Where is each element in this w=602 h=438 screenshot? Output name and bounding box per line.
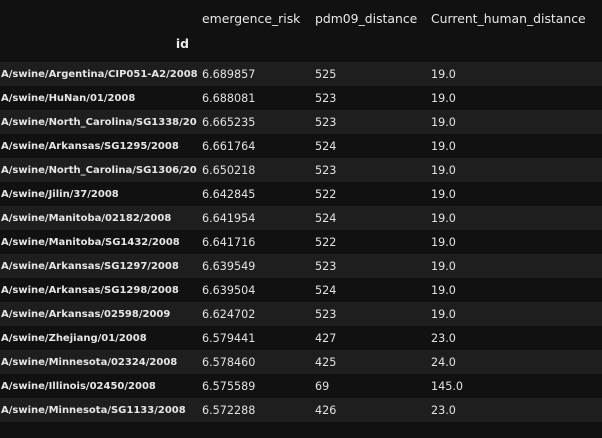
column-header-pdm09-distance: pdm09_distance bbox=[310, 0, 426, 36]
table-row: A/swine/Zhejiang/01/2008 6.579441 427 23.0 bbox=[0, 326, 602, 350]
emergence-risk-cell: 6.642845 bbox=[197, 182, 310, 206]
row-index-id: A/swine/Arkansas/02598/2009 bbox=[0, 302, 197, 326]
table-row: A/swine/Arkansas/SG1297/2008 6.639549 523 1… bbox=[0, 254, 602, 278]
row-index-id: A/swine/Argentina/CIP051-A2/2008 bbox=[0, 62, 197, 86]
table-row: A/swine/Manitoba/SG1432/2008 6.641716 522 1… bbox=[0, 230, 602, 254]
emergence-risk-cell: 6.639549 bbox=[197, 254, 310, 278]
table-row: A/swine/Jilin/37/2008 6.642845 522 19.0 bbox=[0, 182, 602, 206]
emergence-risk-cell: 6.575589 bbox=[197, 374, 310, 398]
current-human-distance-cell: 19.0 bbox=[426, 134, 602, 158]
current-human-distance-cell: 19.0 bbox=[426, 254, 602, 278]
current-human-distance-cell: 19.0 bbox=[426, 86, 602, 110]
pdm09-distance-cell: 522 bbox=[310, 182, 426, 206]
row-index-id: A/swine/Arkansas/SG1298/2008 bbox=[0, 278, 197, 302]
table-row: A/swine/North_Carolina/SG1306/2008 6.6502… bbox=[0, 158, 602, 182]
row-index-id: A/swine/Jilin/37/2008 bbox=[0, 182, 197, 206]
table-row: A/swine/Minnesota/02324/2008 6.578460 425 2… bbox=[0, 350, 602, 374]
index-name-row: id bbox=[0, 36, 602, 62]
emergence-risk-cell: 6.650218 bbox=[197, 158, 310, 182]
current-human-distance-cell: 19.0 bbox=[426, 230, 602, 254]
table-row: A/swine/Minnesota/SG1133/2008 6.572288 426… bbox=[0, 398, 602, 422]
emergence-risk-cell: 6.624702 bbox=[197, 302, 310, 326]
row-index-id: A/swine/Minnesota/02324/2008 bbox=[0, 350, 197, 374]
emergence-risk-cell: 6.641954 bbox=[197, 206, 310, 230]
row-index-id: A/swine/North_Carolina/SG1306/2008 bbox=[0, 158, 197, 182]
current-human-distance-cell: 19.0 bbox=[426, 110, 602, 134]
emergence-risk-cell: 6.689857 bbox=[197, 62, 310, 86]
pdm09-distance-cell: 425 bbox=[310, 350, 426, 374]
row-index-id: A/swine/Minnesota/SG1133/2008 bbox=[0, 398, 197, 422]
current-human-distance-cell: 19.0 bbox=[426, 302, 602, 326]
pdm09-distance-cell: 524 bbox=[310, 278, 426, 302]
row-index-id: A/swine/Illinois/02450/2008 bbox=[0, 374, 197, 398]
pdm09-distance-cell: 523 bbox=[310, 254, 426, 278]
emergence-risk-cell: 6.639504 bbox=[197, 278, 310, 302]
current-human-distance-cell: 23.0 bbox=[426, 398, 602, 422]
row-index-id: A/swine/North_Carolina/SG1338/2009 bbox=[0, 110, 197, 134]
pdm09-distance-cell: 524 bbox=[310, 206, 426, 230]
current-human-distance-cell: 19.0 bbox=[426, 62, 602, 86]
emergence-risk-cell: 6.579441 bbox=[197, 326, 310, 350]
pdm09-distance-cell: 525 bbox=[310, 62, 426, 86]
dataframe-table: emergence_risk pdm09_distance Current_hu… bbox=[0, 0, 602, 422]
table-row: A/swine/Arkansas/02598/2009 6.624702 523 19… bbox=[0, 302, 602, 326]
emergence-risk-cell: 6.641716 bbox=[197, 230, 310, 254]
pdm09-distance-cell: 522 bbox=[310, 230, 426, 254]
table-body: A/swine/Argentina/CIP051-A2/2008 6.689857… bbox=[0, 62, 602, 422]
column-header-row: emergence_risk pdm09_distance Current_hu… bbox=[0, 0, 602, 36]
table-row: A/swine/HuNan/01/2008 6.688081 523 19.0 bbox=[0, 86, 602, 110]
current-human-distance-cell: 19.0 bbox=[426, 278, 602, 302]
emergence-risk-cell: 6.578460 bbox=[197, 350, 310, 374]
index-row-spacer bbox=[426, 36, 602, 62]
row-index-id: A/swine/Manitoba/SG1432/2008 bbox=[0, 230, 197, 254]
pdm09-distance-cell: 524 bbox=[310, 134, 426, 158]
emergence-risk-cell: 6.688081 bbox=[197, 86, 310, 110]
row-index-id: A/swine/HuNan/01/2008 bbox=[0, 86, 197, 110]
current-human-distance-cell: 23.0 bbox=[426, 326, 602, 350]
column-header-emergence-risk: emergence_risk bbox=[197, 0, 310, 36]
pdm09-distance-cell: 69 bbox=[310, 374, 426, 398]
table-row: A/swine/Illinois/02450/2008 6.575589 69 145… bbox=[0, 374, 602, 398]
emergence-risk-cell: 6.661764 bbox=[197, 134, 310, 158]
pdm09-distance-cell: 426 bbox=[310, 398, 426, 422]
table-row: A/swine/North_Carolina/SG1338/2009 6.6652… bbox=[0, 110, 602, 134]
current-human-distance-cell: 145.0 bbox=[426, 374, 602, 398]
index-row-spacer bbox=[310, 36, 426, 62]
row-index-id: A/swine/Arkansas/SG1295/2008 bbox=[0, 134, 197, 158]
pdm09-distance-cell: 523 bbox=[310, 86, 426, 110]
index-row-spacer bbox=[197, 36, 310, 62]
table-row: A/swine/Manitoba/02182/2008 6.641954 524 19… bbox=[0, 206, 602, 230]
table-row: A/swine/Argentina/CIP051-A2/2008 6.689857… bbox=[0, 62, 602, 86]
current-human-distance-cell: 19.0 bbox=[426, 206, 602, 230]
emergence-risk-cell: 6.572288 bbox=[197, 398, 310, 422]
index-corner-header bbox=[0, 0, 197, 36]
table-row: A/swine/Arkansas/SG1295/2008 6.661764 524 1… bbox=[0, 134, 602, 158]
current-human-distance-cell: 19.0 bbox=[426, 158, 602, 182]
current-human-distance-cell: 24.0 bbox=[426, 350, 602, 374]
pdm09-distance-cell: 523 bbox=[310, 158, 426, 182]
row-index-id: A/swine/Zhejiang/01/2008 bbox=[0, 326, 197, 350]
current-human-distance-cell: 19.0 bbox=[426, 182, 602, 206]
pdm09-distance-cell: 427 bbox=[310, 326, 426, 350]
emergence-risk-cell: 6.665235 bbox=[197, 110, 310, 134]
pdm09-distance-cell: 523 bbox=[310, 110, 426, 134]
column-header-current-human-distance: Current_human_distance bbox=[426, 0, 602, 36]
table-header: emergence_risk pdm09_distance Current_hu… bbox=[0, 0, 602, 62]
row-index-id: A/swine/Manitoba/02182/2008 bbox=[0, 206, 197, 230]
table-row: A/swine/Arkansas/SG1298/2008 6.639504 524 1… bbox=[0, 278, 602, 302]
index-name-header: id bbox=[0, 36, 197, 62]
row-index-id: A/swine/Arkansas/SG1297/2008 bbox=[0, 254, 197, 278]
pdm09-distance-cell: 523 bbox=[310, 302, 426, 326]
